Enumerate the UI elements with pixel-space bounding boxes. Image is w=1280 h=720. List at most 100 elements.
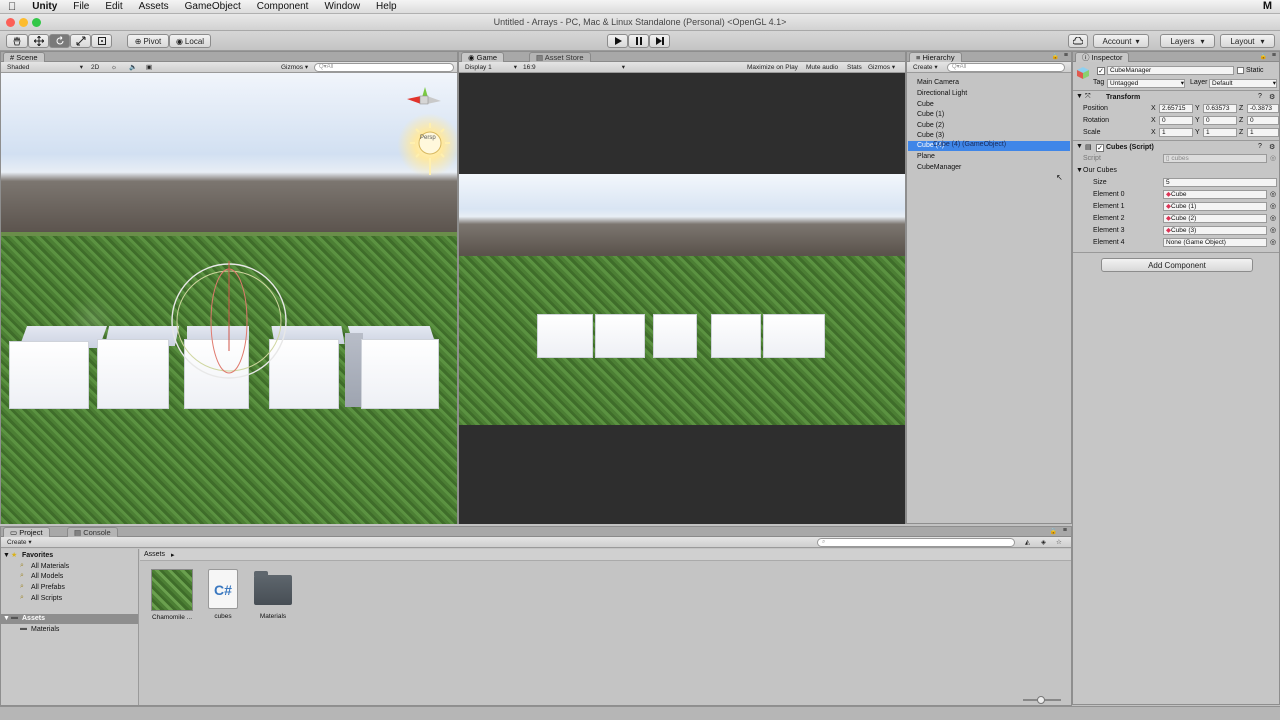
position-x-field[interactable]: 2.65715 xyxy=(1159,104,1193,113)
position-y-field[interactable]: 0.63573 xyxy=(1203,104,1237,113)
hierarchy-item-cube-1[interactable]: Cube (1) xyxy=(917,111,944,118)
scene-cube-4[interactable] xyxy=(361,339,439,409)
filter-label-icon[interactable]: ◈ xyxy=(1041,538,1046,547)
menu-unity[interactable]: Unity xyxy=(24,1,65,12)
project-create-dropdown[interactable]: Create ▾ xyxy=(7,538,32,547)
rotate-tool-button[interactable] xyxy=(49,34,70,48)
scale-z-field[interactable]: 1 xyxy=(1247,128,1279,137)
gameobject-name-field[interactable]: CubeManager xyxy=(1107,66,1234,75)
tag-dropdown[interactable]: Untagged ▾ xyxy=(1107,79,1185,88)
menu-icon[interactable]: ≡ xyxy=(1272,52,1276,59)
assets-foldout-icon[interactable]: ▼ xyxy=(3,615,10,622)
step-button[interactable] xyxy=(649,34,670,48)
lock-icon[interactable]: 🔒 xyxy=(1052,53,1059,60)
rotation-x-field[interactable]: 0 xyxy=(1159,116,1193,125)
object-picker-icon[interactable]: ◎ xyxy=(1270,190,1276,198)
asset-item-cubes-script[interactable]: C# cubes xyxy=(200,569,246,625)
object-picker-icon[interactable]: ◎ xyxy=(1270,154,1276,162)
scene-effects-icon[interactable]: ▣ xyxy=(146,63,152,72)
help-icon[interactable]: ? xyxy=(1258,143,1262,150)
mute-audio-toggle[interactable]: Mute audio xyxy=(806,63,838,72)
hierarchy-item-plane[interactable]: Plane xyxy=(917,153,935,160)
game-gizmos-dropdown[interactable]: Gizmos ▾ xyxy=(868,63,895,72)
favorites-label[interactable]: Favorites xyxy=(22,552,53,559)
favorite-all-materials[interactable]: All Materials xyxy=(31,563,69,570)
menu-icon[interactable]: ≡ xyxy=(1063,527,1067,534)
account-dropdown[interactable]: Account ▾ xyxy=(1093,34,1149,48)
project-search-input[interactable]: ⌕ xyxy=(817,538,1015,547)
cloud-button[interactable] xyxy=(1068,34,1088,48)
tab-asset-store[interactable]: ▤ Asset Store xyxy=(529,52,591,62)
close-window-button[interactable] xyxy=(6,18,15,27)
object-picker-icon[interactable]: ◎ xyxy=(1270,226,1276,234)
static-checkbox[interactable] xyxy=(1237,67,1244,74)
assets-root-label[interactable]: Assets xyxy=(22,615,45,622)
favorite-all-prefabs[interactable]: All Prefabs xyxy=(31,584,65,591)
hierarchy-item-directional-light[interactable]: Directional Light xyxy=(917,90,967,97)
object-picker-icon[interactable]: ◎ xyxy=(1270,214,1276,222)
menu-component[interactable]: Component xyxy=(249,1,317,12)
filter-type-icon[interactable]: ◭ xyxy=(1025,538,1030,547)
pause-button[interactable] xyxy=(628,34,649,48)
zoom-window-button[interactable] xyxy=(32,18,41,27)
menu-edit[interactable]: Edit xyxy=(97,1,130,12)
scene-cube-1[interactable] xyxy=(97,339,169,409)
scene-viewport[interactable]: Persp xyxy=(1,73,457,524)
favorite-star-icon[interactable]: ☆ xyxy=(1056,538,1062,547)
scene-gizmos-dropdown[interactable]: Gizmos ▾ xyxy=(281,63,308,72)
hierarchy-create-dropdown[interactable]: Create ▾ xyxy=(913,63,938,72)
favorites-foldout-icon[interactable]: ▼ xyxy=(3,552,10,559)
breadcrumb-assets[interactable]: Assets xyxy=(144,551,165,558)
minimize-window-button[interactable] xyxy=(19,18,28,27)
menu-window[interactable]: Window xyxy=(316,1,368,12)
icon-size-slider[interactable] xyxy=(1023,696,1061,704)
array-foldout-icon[interactable]: ▼ xyxy=(1076,167,1083,174)
layers-dropdown[interactable]: Layers ▾ xyxy=(1160,34,1215,48)
pivot-toggle[interactable]: ⊕ Pivot xyxy=(127,34,169,48)
element-4-field[interactable]: None (Game Object) xyxy=(1163,238,1267,247)
tab-console[interactable]: ▤ Console xyxy=(67,527,118,537)
rotation-y-field[interactable]: 0 xyxy=(1203,116,1237,125)
hierarchy-item-cube-3[interactable]: Cube (3) xyxy=(917,132,944,139)
maximize-on-play-toggle[interactable]: Maximize on Play xyxy=(747,63,798,72)
rect-tool-button[interactable] xyxy=(91,34,112,48)
tab-game[interactable]: ◉ Game xyxy=(461,52,505,62)
hierarchy-item-main-camera[interactable]: Main Camera xyxy=(917,79,959,86)
help-icon[interactable]: ? xyxy=(1258,93,1262,100)
script-enabled-checkbox[interactable]: ✓ xyxy=(1096,144,1104,152)
tab-inspector[interactable]: ⓘ Inspector xyxy=(1075,52,1130,62)
tab-hierarchy[interactable]: ≡ Hierarchy xyxy=(909,52,962,62)
favorite-all-models[interactable]: All Models xyxy=(31,573,63,580)
menu-icon[interactable]: ≡ xyxy=(1064,52,1068,59)
asset-item-chamomile[interactable]: Chamomile ... xyxy=(149,569,195,625)
folder-materials[interactable]: Materials xyxy=(31,626,59,633)
rotation-z-field[interactable]: 0 xyxy=(1247,116,1279,125)
element-2-field[interactable]: ◆Cube (2) xyxy=(1163,214,1267,223)
menu-help[interactable]: Help xyxy=(368,1,405,12)
menu-file[interactable]: File xyxy=(65,1,97,12)
hierarchy-search-input[interactable]: Q▾All xyxy=(947,63,1065,72)
display-dropdown[interactable]: Display 1 ▾ xyxy=(465,63,517,72)
hand-tool-button[interactable] xyxy=(6,34,28,48)
gear-icon[interactable]: ⚙ xyxy=(1269,93,1275,101)
apple-icon[interactable]:  xyxy=(0,1,24,13)
element-3-field[interactable]: ◆Cube (3) xyxy=(1163,226,1267,235)
transform-foldout-icon[interactable]: ▼ xyxy=(1076,93,1083,100)
hierarchy-item-cube[interactable]: Cube xyxy=(917,101,934,108)
scale-x-field[interactable]: 1 xyxy=(1159,128,1193,137)
slider-thumb[interactable] xyxy=(1037,696,1045,704)
object-picker-icon[interactable]: ◎ xyxy=(1270,238,1276,246)
script-foldout-icon[interactable]: ▼ xyxy=(1076,143,1083,150)
scene-lighting-icon[interactable]: ☼ xyxy=(111,63,117,72)
lock-icon[interactable]: 🔒 xyxy=(1260,53,1267,60)
favorite-all-scripts[interactable]: All Scripts xyxy=(31,595,62,602)
hierarchy-item-cubemanager[interactable]: CubeManager xyxy=(917,164,961,171)
aspect-dropdown[interactable]: 16:9 ▾ xyxy=(523,63,625,72)
lock-icon[interactable]: 🔒 xyxy=(1050,528,1057,535)
game-viewport[interactable] xyxy=(459,73,905,524)
tab-project[interactable]: ▭ Project xyxy=(3,527,50,537)
scale-tool-button[interactable] xyxy=(70,34,91,48)
play-button[interactable] xyxy=(607,34,628,48)
tab-scene[interactable]: # Scene xyxy=(3,52,45,62)
2d-toggle[interactable]: 2D xyxy=(91,63,99,72)
